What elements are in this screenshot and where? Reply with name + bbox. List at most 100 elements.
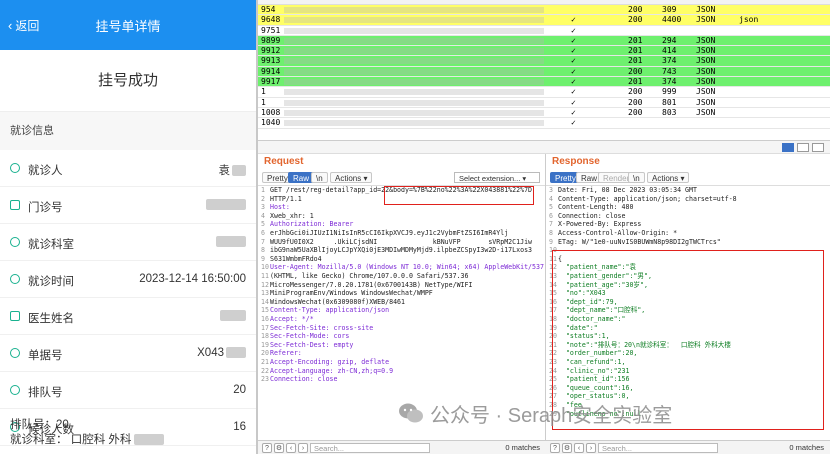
table-row[interactable]: 9913 ✓ 201 374 JSON (258, 56, 830, 67)
row-id: 9751 (261, 25, 281, 35)
layout-toolbar (258, 140, 830, 154)
code-line: X-Powered-By: Express (558, 220, 642, 229)
row-size: 743 (662, 66, 677, 76)
line-number: 2 (261, 194, 265, 203)
code-line: Accept-Encoding: gzip, deflate (270, 358, 390, 366)
layout-horizontal-icon[interactable] (797, 143, 809, 152)
note-line-dept: 就诊科室： 口腔科 外科 (10, 433, 165, 448)
redacted-url (284, 109, 544, 116)
code-line: Sec-Fetch-Site: cross-site (270, 323, 374, 332)
row-status: 200 (628, 107, 643, 117)
row-clinic-no: 门诊号 (0, 187, 256, 224)
tab-newline[interactable]: \n (628, 172, 645, 183)
redacted-url (284, 79, 544, 86)
wechat-icon (399, 403, 423, 423)
table-row[interactable]: 9912 ✓ 201 414 JSON (258, 46, 830, 57)
extension-select[interactable]: Select extension... ▾ (454, 172, 540, 183)
line-number: 5 (549, 203, 553, 212)
line-number: 22 (261, 366, 269, 375)
row-mime: JSON (696, 15, 716, 25)
line-number: 13 (261, 289, 269, 298)
table-row[interactable]: 1008 ✓ 200 803 JSON (258, 107, 830, 119)
table-row[interactable]: 1040 ✓ (258, 118, 830, 129)
proxy-tool-panel: 954 200 309 JSON 9648 ✓ 200 4400 JSON json 9751 ✓ 98… (258, 0, 830, 454)
actions-dropdown[interactable]: Actions ▾ (647, 172, 690, 183)
code-line: Sec-Fetch-Dest: empty (270, 340, 354, 349)
row-queue-no: 排队号 20 (0, 372, 256, 409)
row-mime: JSON (696, 46, 716, 56)
code-line: Accept: */* (270, 315, 314, 323)
row-id: 9912 (261, 46, 281, 56)
search-input[interactable]: Search... (310, 443, 430, 453)
row-mime: JSON (696, 87, 716, 97)
line-number: 19 (261, 340, 269, 349)
code-line: User-Agent: Mozilla/5.0 (Windows NT 10.0… (270, 263, 546, 272)
table-row[interactable]: 9917 ✓ 201 374 JSON (258, 77, 830, 88)
row-label: 医生姓名 (28, 313, 74, 325)
response-search-bar: ? ⚙ ‹ › Search... 0 matches (546, 440, 830, 454)
row-value: 2023-12-14 16:50:00 (139, 273, 246, 285)
redacted-url (284, 89, 544, 96)
row-size: 999 (662, 87, 677, 97)
code-line: Connection: close (558, 211, 626, 220)
row-size: 374 (662, 56, 677, 66)
row-status: 201 (628, 56, 643, 66)
layout-single-icon[interactable] (812, 143, 824, 152)
user-icon (10, 163, 20, 173)
settings-icon[interactable]: ⚙ (274, 443, 284, 453)
prev-arrow-icon[interactable]: ‹ (574, 443, 584, 453)
row-size: 414 (662, 46, 677, 56)
table-row[interactable]: 9914 ✓ 200 743 JSON (258, 66, 830, 78)
redacted-url (284, 99, 544, 106)
redacted-url (284, 7, 544, 13)
row-check: ✓ (571, 46, 576, 56)
redacted-url (284, 17, 544, 24)
tab-newline[interactable]: \n (311, 172, 328, 183)
table-row[interactable]: 1 ✓ 200 999 JSON (258, 87, 830, 98)
line-number: 17 (261, 323, 269, 332)
code-line: HTTP/1.1 (270, 194, 302, 203)
actions-dropdown[interactable]: Actions ▾ (330, 172, 373, 183)
row-label: 就诊科室 (28, 239, 74, 251)
layout-split-icon[interactable] (782, 143, 794, 152)
row-department: 就诊科室 (0, 224, 256, 261)
row-status: 200 (628, 87, 643, 97)
table-row[interactable]: 1 ✓ 200 801 JSON (258, 97, 830, 108)
help-icon[interactable]: ? (550, 443, 560, 453)
clock-icon (10, 385, 20, 395)
redacted-url (284, 120, 544, 127)
line-number: 9 (549, 237, 553, 246)
next-arrow-icon[interactable]: › (298, 443, 308, 453)
code-line: MiniProgramEnv/Windows WindowsWechat/WMP… (270, 289, 433, 298)
row-patient: 就诊人 袁 (0, 150, 256, 187)
code-line: Content-Type: application/json; charset=… (558, 194, 737, 203)
prev-arrow-icon[interactable]: ‹ (286, 443, 296, 453)
code-line: ETag: W/"1e0-uuNvIS0BUWmN8p98DI2gTWCTrcs… (558, 237, 721, 246)
row-label: 就诊人 (28, 165, 63, 177)
next-arrow-icon[interactable]: › (586, 443, 596, 453)
row-extension: json (739, 15, 759, 25)
row-status: 201 (628, 35, 643, 45)
settings-icon[interactable]: ⚙ (562, 443, 572, 453)
code-line: ibG9naW5UaXBlIjoyLCJpYXQi0jE3MDIwMDMyMjd… (270, 246, 533, 255)
row-id: 1008 (261, 107, 281, 117)
table-row[interactable]: 9899 ✓ 201 294 JSON (258, 35, 830, 47)
table-row[interactable]: 9648 ✓ 200 4400 JSON json (258, 15, 830, 26)
row-status: 201 (628, 46, 643, 56)
help-icon[interactable]: ? (262, 443, 272, 453)
row-mime: JSON (696, 107, 716, 117)
table-row[interactable]: 954 200 309 JSON (258, 5, 830, 16)
line-number: 7 (549, 220, 553, 229)
redacted-url (284, 58, 544, 65)
row-mime: JSON (696, 56, 716, 66)
line-number: 6 (261, 229, 265, 237)
row-receipt-no: 单据号 X043 (0, 335, 256, 372)
match-count: 0 matches (789, 443, 824, 452)
clock-icon (10, 274, 20, 284)
row-id: 1 (261, 87, 266, 97)
row-status: 200 (628, 15, 643, 25)
search-input[interactable]: Search... (598, 443, 718, 453)
table-row[interactable]: 9751 ✓ (258, 25, 830, 36)
code-line: Access-Control-Allow-Origin: * (558, 229, 678, 237)
line-number: 10 (261, 263, 269, 272)
